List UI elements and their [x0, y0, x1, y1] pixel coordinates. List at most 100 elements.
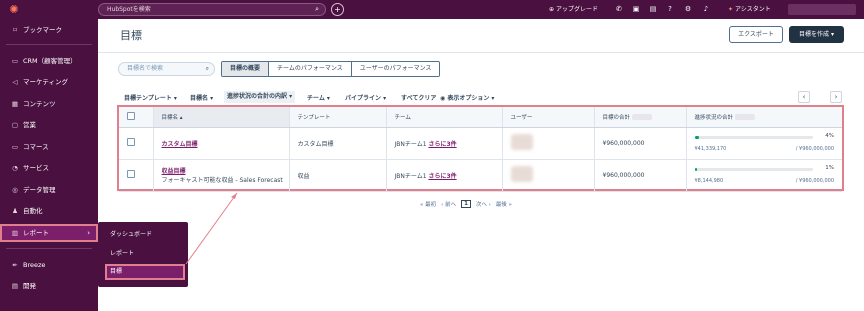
create-plus-icon[interactable]: + — [331, 3, 344, 16]
goal-name-link[interactable]: 収益目標 — [162, 168, 186, 175]
progress-current-value: ¥8,144,980 — [694, 177, 724, 184]
more-teams-link[interactable]: さらに3件 — [428, 173, 456, 180]
progress-cell: 4% ¥41,339,170 / ¥960,000,000 — [686, 127, 842, 160]
scroll-left-button[interactable]: ‹ — [798, 91, 810, 103]
assistant-label: アシスタント — [735, 6, 771, 13]
pagination-first[interactable]: « 最初 — [420, 200, 436, 208]
notifications-bell-icon[interactable]: ♪ — [701, 4, 711, 15]
sidebar-item-label: 営業 — [23, 121, 36, 129]
global-search-placeholder: HubSpotを検索 — [107, 6, 151, 13]
settings-gear-icon[interactable]: ⚙ — [683, 4, 693, 15]
upgrade-label: アップグレード — [555, 6, 598, 13]
sidebar-item-crm[interactable]: ▭ CRM（顧客管理） — [0, 52, 98, 70]
display-options-button[interactable]: ◉ 表示オプション ▾ — [440, 93, 494, 102]
flyout-item-reports[interactable]: レポート — [106, 247, 184, 261]
briefcase-icon: ▢ — [11, 121, 19, 129]
row-checkbox-cell — [119, 159, 154, 192]
goal-search-placeholder: 目標名で検索 — [127, 65, 164, 72]
sidebar-item-sales[interactable]: ▢ 営業 — [0, 116, 98, 134]
redacted-area — [734, 114, 755, 121]
display-options-label: 表示オプション ▾ — [447, 95, 495, 102]
sidebar-item-automation[interactable]: ♟ 自動化 — [0, 202, 98, 220]
progress-bar-fill — [694, 167, 697, 171]
user-avatar-redacted — [510, 134, 533, 150]
sidebar-item-label: サービス — [23, 164, 49, 172]
progress-cell: 1% ¥8,144,980 / ¥960,000,000 — [686, 159, 842, 192]
inbox-icon[interactable]: ▤ — [648, 4, 658, 15]
sidebar-item-service[interactable]: ◔ サービス — [0, 159, 98, 177]
row-checkbox[interactable] — [127, 170, 135, 178]
sidebar-item-breeze[interactable]: ↞ Breeze — [0, 256, 98, 274]
tab-user-performance[interactable]: ユーザーのパフォーマンス — [351, 62, 440, 76]
team-name: JBNチーム1 — [394, 140, 427, 148]
sidebar-item-bookmarks[interactable]: ⌑ ブックマーク — [0, 21, 98, 39]
help-icon[interactable]: ? — [665, 4, 675, 15]
sparkle-icon: ✦ — [728, 6, 734, 13]
select-all-cell — [119, 107, 154, 128]
column-header-team[interactable]: チーム — [386, 107, 503, 128]
code-icon: ▤ — [11, 282, 19, 290]
sidebar-item-content[interactable]: ▦ コンテンツ — [0, 95, 98, 113]
flyout-item-dashboards[interactable]: ダッシュボード — [106, 228, 184, 242]
goals-table: 目標名 ▴ テンプレート チーム ユーザー 目標の合計 進捗状況の合計 カスタム… — [117, 105, 844, 192]
sidebar-item-label: コンテンツ — [23, 100, 56, 108]
column-header-goal-name[interactable]: 目標名 ▴ — [153, 107, 290, 128]
row-checkbox-cell — [119, 127, 154, 160]
team-name: JBNチーム1 — [394, 172, 427, 180]
goal-name-cell: カスタム目標 — [153, 127, 290, 160]
tab-goals-overview[interactable]: 目標の概要 — [222, 62, 270, 76]
goal-search-input[interactable]: 目標名で検索 ⌕ — [118, 62, 215, 76]
filter-pipeline[interactable]: パイプライン ▾ — [345, 93, 386, 102]
content-icon: ▦ — [11, 100, 19, 108]
global-search-input[interactable]: HubSpotを検索 ⌕ — [98, 3, 326, 16]
sidebar-item-reports[interactable]: ▥ レポート › — [0, 224, 98, 242]
pagination-next[interactable]: 次へ › — [476, 200, 491, 208]
sidebar-item-marketing[interactable]: ◁ マーケティング — [0, 73, 98, 91]
reports-icon: ▥ — [11, 229, 19, 237]
progress-target-value: / ¥960,000,000 — [795, 145, 834, 152]
account-menu[interactable] — [788, 4, 856, 15]
sidebar-item-development[interactable]: ▤ 開発 — [0, 277, 98, 295]
marketplace-icon[interactable]: ▣ — [631, 4, 641, 15]
sidebar-item-data-management[interactable]: ◎ データ管理 — [0, 181, 98, 199]
filter-goal-name[interactable]: 目標名 ▾ — [190, 93, 213, 102]
scroll-right-button[interactable]: › — [830, 91, 842, 103]
pagination-current-page[interactable]: 1 — [461, 200, 471, 208]
pagination-last[interactable]: 最後 » — [496, 200, 512, 208]
more-teams-link[interactable]: さらに3件 — [428, 141, 456, 148]
sidebar-item-label: Breeze — [23, 261, 46, 269]
export-button[interactable]: エクスポート — [729, 26, 783, 43]
header-divider — [98, 52, 864, 53]
sidebar-item-label: CRM（顧客管理） — [23, 57, 77, 65]
automation-icon: ♟ — [12, 207, 18, 215]
create-goal-button[interactable]: 目標を作成 ▾ — [789, 26, 844, 43]
select-all-checkbox[interactable] — [127, 111, 135, 120]
contacts-icon: ▭ — [11, 57, 19, 65]
row-checkbox[interactable] — [127, 138, 135, 146]
column-header-goal-total[interactable]: 目標の合計 — [594, 107, 687, 128]
flyout-item-goals[interactable]: 目標 — [105, 264, 185, 280]
tab-team-performance[interactable]: チームのパフォーマンス — [269, 62, 352, 76]
pagination-prev[interactable]: ‹ 前へ — [441, 200, 456, 208]
assistant-button[interactable]: ✦ アシスタント — [728, 4, 771, 15]
sidebar-item-label: 開発 — [23, 282, 36, 290]
sidebar-item-label: ブックマーク — [23, 26, 62, 34]
progress-target-value: / ¥960,000,000 — [795, 177, 834, 184]
chevron-right-icon: › — [834, 93, 838, 101]
filter-goal-template[interactable]: 目標テンプレート ▾ — [124, 93, 177, 102]
goal-name-link[interactable]: カスタム目標 — [162, 141, 198, 148]
upgrade-button[interactable]: ⊕ アップグレード — [549, 4, 598, 15]
column-header-user[interactable]: ユーザー — [502, 107, 595, 128]
column-header-progress-total[interactable]: 進捗状況の合計 — [686, 107, 842, 128]
clear-all-button[interactable]: すべてクリア — [401, 93, 436, 102]
hubspot-logo-icon[interactable]: ✺ — [6, 2, 22, 18]
progress-percent: 1% — [825, 164, 834, 171]
sidebar-item-commerce[interactable]: ▭ コマース — [0, 138, 98, 156]
breeze-icon: ↞ — [12, 261, 18, 269]
phone-icon[interactable]: ✆ — [614, 4, 624, 15]
column-header-template[interactable]: テンプレート — [289, 107, 387, 128]
filter-progress-breakdown[interactable]: 進捗状況の合計の内訳 ▾ — [224, 91, 296, 103]
goal-subtitle: フォーキャスト可能な収益 - Sales Forecast — [161, 177, 283, 184]
filter-team[interactable]: チーム ▾ — [307, 93, 330, 102]
page-title: 目標 — [120, 29, 142, 42]
